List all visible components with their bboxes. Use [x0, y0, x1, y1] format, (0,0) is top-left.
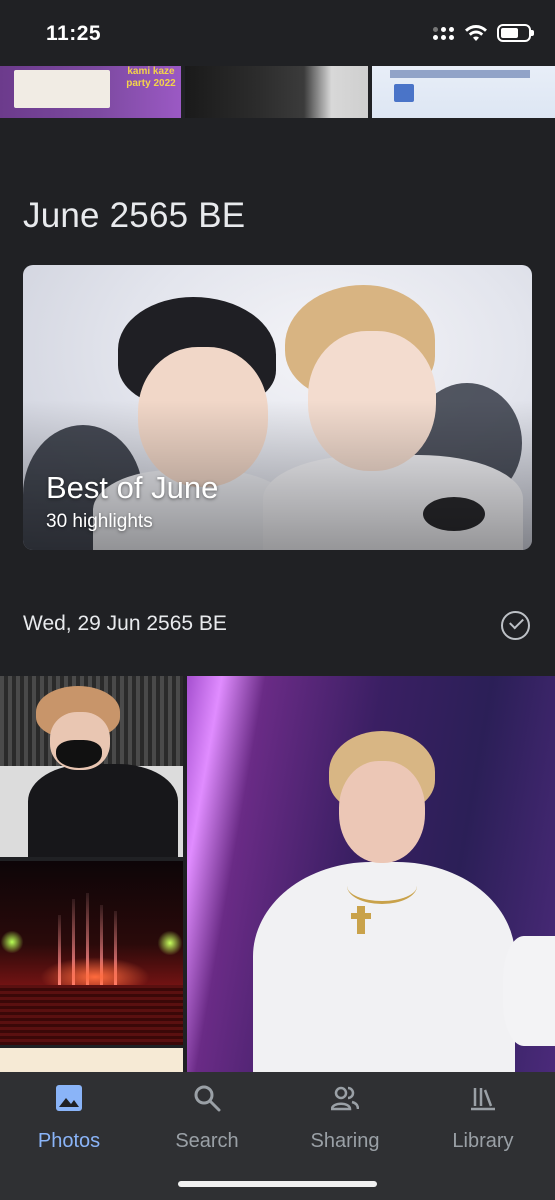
cross-pendant [351, 906, 371, 934]
home-indicator[interactable] [178, 1181, 377, 1187]
poster-text: kami kaze party 2022 [126, 66, 176, 89]
month-title: June 2565 BE [23, 196, 246, 235]
nav-item-photos[interactable]: Photos [0, 1082, 138, 1162]
battery-icon [497, 24, 534, 42]
highlight-subtitle: 30 highlights [46, 511, 153, 532]
side-figure [503, 936, 555, 1046]
library-icon [471, 1088, 495, 1111]
photos-icon [56, 1085, 82, 1111]
photo-partial[interactable] [0, 1048, 183, 1072]
status-time: 11:25 [46, 22, 102, 45]
previous-photos-strip: kami kaze party 2022 [0, 66, 555, 118]
nav-item-library[interactable]: Library [414, 1082, 552, 1162]
poster-paper [14, 70, 110, 108]
highlight-title: Best of June [46, 470, 219, 505]
date-row: Wed, 29 Jun 2565 BE [23, 611, 532, 640]
person-face [339, 761, 425, 863]
document-thumbnail[interactable] [372, 66, 555, 118]
check-circle-icon[interactable] [501, 611, 530, 640]
status-icons [433, 24, 534, 42]
status-bar: 11:25 [0, 0, 555, 66]
photo-concert-fireworks[interactable] [0, 861, 183, 1045]
nav-item-search[interactable]: Search [138, 1082, 276, 1162]
jacket-photo-thumbnail[interactable] [185, 66, 368, 118]
face-mask [56, 740, 102, 768]
nav-label: Search [175, 1130, 239, 1152]
highlight-card[interactable]: Best of June 30 highlights [23, 265, 532, 550]
nav-label: Library [452, 1130, 514, 1152]
document-header [390, 70, 530, 78]
stage-light [157, 931, 183, 955]
photo-person-white-shirt[interactable] [187, 676, 555, 1072]
nav-item-sharing[interactable]: Sharing [276, 1082, 414, 1162]
sharing-icon [331, 1086, 359, 1111]
date-label: Wed, 29 Jun 2565 BE [23, 612, 227, 635]
poster-thumbnail[interactable]: kami kaze party 2022 [0, 66, 181, 118]
wifi-icon [465, 25, 487, 41]
crowd [0, 985, 183, 1045]
photo-masked-person[interactable] [0, 676, 183, 857]
document-icon [394, 84, 414, 102]
jacket [28, 764, 178, 857]
stage-light [0, 931, 24, 953]
search-icon [194, 1085, 221, 1112]
nav-label: Photos [37, 1130, 101, 1152]
cellular-signal-icon [433, 26, 455, 40]
necklace [347, 868, 417, 904]
nav-label: Sharing [310, 1130, 380, 1152]
